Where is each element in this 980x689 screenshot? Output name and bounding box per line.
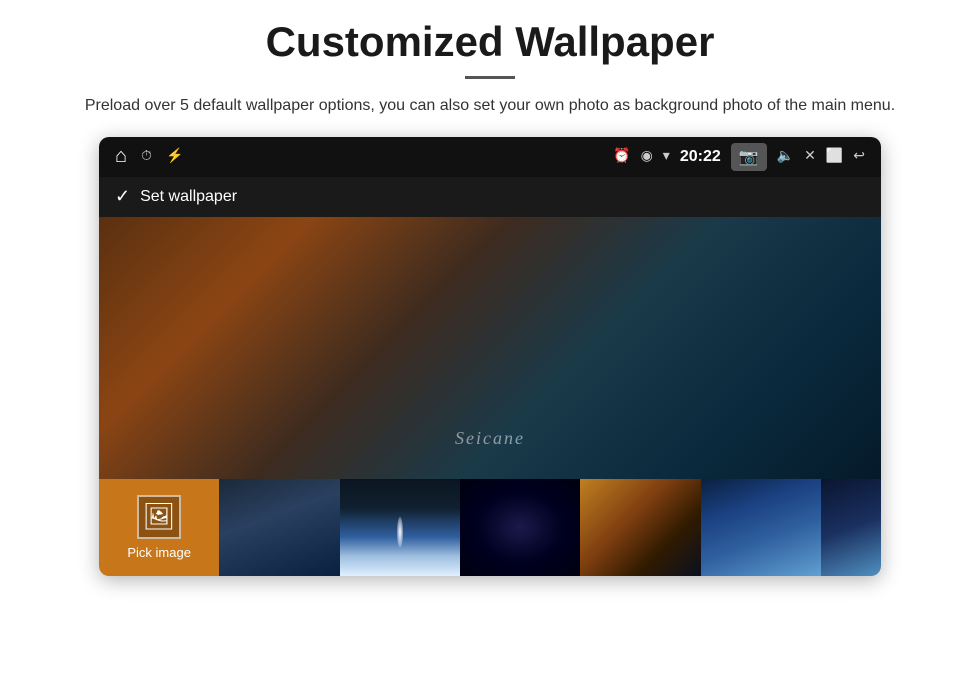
location-icon: ◉ (641, 148, 653, 165)
title-divider (465, 76, 515, 79)
device-screen: ⌂ ⏱ ⚡ ⏰ ◉ ▾ 20:22 📷 🔈 ✕ ⬜ ↩ ✓ Set wallpa… (99, 137, 881, 576)
back-icon[interactable]: ↩ (853, 148, 865, 165)
pick-image-thumb[interactable]: 🖼 Pick image (99, 479, 219, 576)
wallpaper-thumb-1[interactable] (219, 479, 339, 576)
wallpaper-thumb-5[interactable] (701, 479, 821, 576)
page-subtitle: Preload over 5 default wallpaper options… (30, 93, 950, 119)
alarm-icon: ⏰ (613, 148, 630, 165)
time-display: 20:22 (680, 148, 721, 166)
thumbnail-strip: 🖼 Pick image (99, 479, 881, 576)
window-icon[interactable]: ⬜ (826, 148, 843, 165)
status-bar: ⌂ ⏱ ⚡ ⏰ ◉ ▾ 20:22 📷 🔈 ✕ ⬜ ↩ (99, 137, 881, 177)
wallpaper-thumb-2[interactable] (340, 479, 460, 576)
usb-icon: ⚡ (166, 148, 183, 165)
home-icon[interactable]: ⌂ (115, 145, 127, 168)
wallpaper-thumb-4[interactable] (580, 479, 700, 576)
clock-icon: ⏱ (141, 149, 152, 165)
status-bar-right: ⏰ ◉ ▾ 20:22 📷 🔈 ✕ ⬜ ↩ (613, 143, 865, 171)
close-icon[interactable]: ✕ (804, 148, 816, 165)
wallpaper-preview: Seicane (99, 217, 881, 479)
pick-image-icon: 🖼 (137, 495, 181, 539)
set-wallpaper-label: Set wallpaper (140, 188, 237, 206)
wallpaper-thumb-3[interactable] (460, 479, 580, 576)
check-icon: ✓ (115, 186, 130, 207)
wifi-icon: ▾ (663, 148, 670, 165)
action-bar: ✓ Set wallpaper (99, 177, 881, 217)
watermark: Seicane (455, 428, 525, 449)
pick-image-label: Pick image (127, 545, 191, 560)
wallpaper-thumb-6[interactable] (821, 479, 881, 576)
page-title: Customized Wallpaper (30, 18, 950, 66)
status-bar-left: ⌂ ⏱ ⚡ (115, 145, 183, 168)
page-wrapper: Customized Wallpaper Preload over 5 defa… (0, 0, 980, 576)
camera-button[interactable]: 📷 (731, 143, 767, 171)
volume-icon[interactable]: 🔈 (777, 148, 794, 165)
